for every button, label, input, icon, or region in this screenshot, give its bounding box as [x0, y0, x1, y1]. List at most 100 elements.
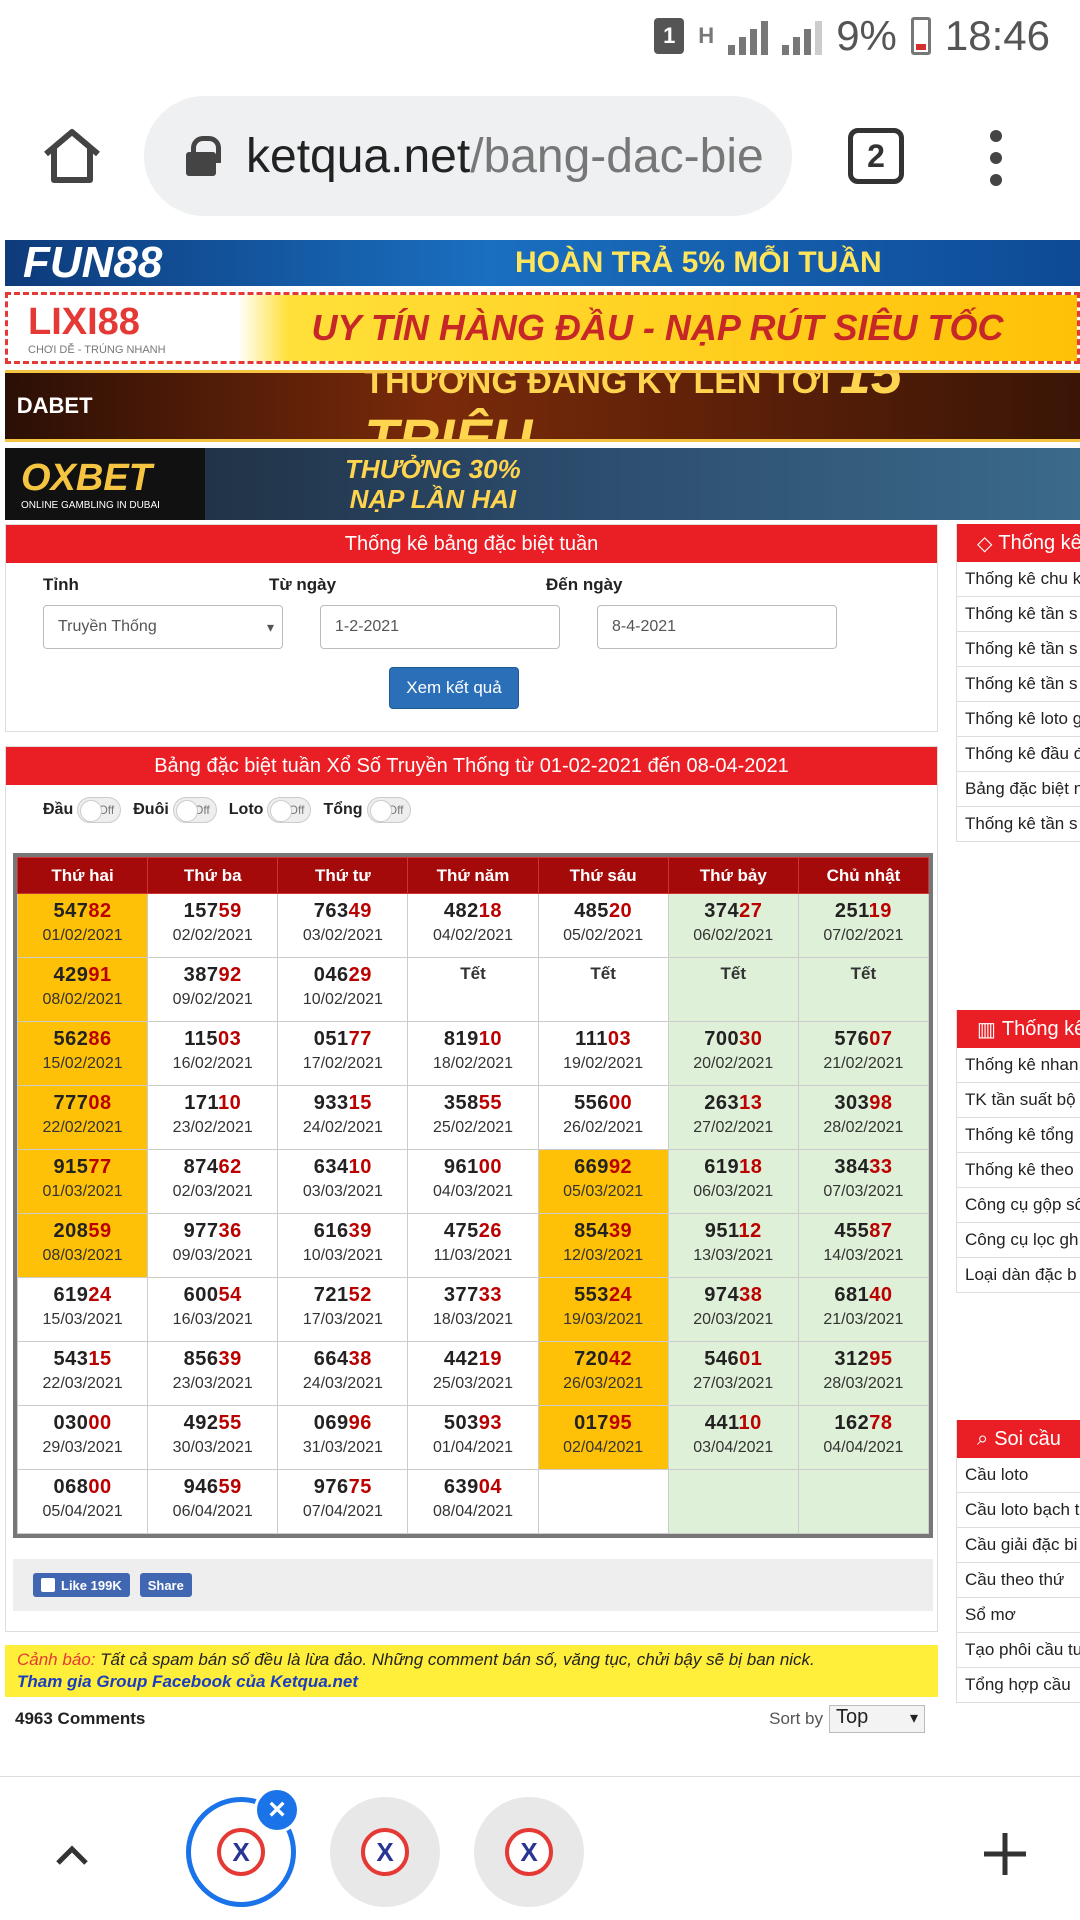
result-date: 23/02/2021 — [172, 1119, 253, 1136]
number-head: 442 — [443, 1348, 479, 1370]
number-tail: 15 — [88, 1348, 112, 1370]
tab-switcher-button[interactable]: 2 — [848, 128, 904, 184]
sidebar-link[interactable]: Cầu loto — [957, 1458, 1080, 1493]
number-tail: 92 — [608, 1156, 633, 1178]
result-number: 48520 — [539, 900, 668, 923]
to-date-input[interactable]: 8-4-2021 — [597, 605, 837, 649]
sidebar-stats-2: ▥ Thống kê Thống kê nhan TK tần suất bộ Thố… — [956, 1010, 1080, 1293]
view-results-button[interactable]: Xem kết quả — [389, 667, 519, 709]
number-tail: 30 — [739, 1028, 763, 1050]
facebook-share-button[interactable]: Share — [139, 1573, 192, 1597]
like-label: Like 199K — [61, 1577, 122, 1593]
result-cell: 97675 07/04/2021 — [277, 1469, 409, 1534]
url-bar[interactable]: ketqua.net/bang-dac-bie — [144, 96, 792, 216]
sidebar-link[interactable]: Công cụ lọc gh VIP — [957, 1223, 1080, 1258]
result-number: 11103 — [539, 1028, 668, 1051]
province-select[interactable]: Truyền Thống — [43, 605, 283, 649]
result-cell: 11103 19/02/2021 — [537, 1021, 669, 1086]
ad-banner-dabet[interactable]: DABET THƯỞNG ĐĂNG KÝ LÊN TỚI 15 TRIỆU — [5, 370, 1080, 442]
tab-thumbnail[interactable]: X — [474, 1797, 584, 1907]
sidebar-link[interactable]: Loại dàn đặc b — [957, 1258, 1080, 1293]
result-number: 35855 — [408, 1092, 537, 1115]
table-row: 54782 01/02/2021 15759 02/02/2021 76349 03/02… — [16, 893, 930, 958]
chevron-up-icon[interactable] — [54, 1837, 90, 1873]
result-number: 54315 — [18, 1348, 147, 1371]
result-date: 22/02/2021 — [42, 1119, 123, 1136]
number-tail: 39 — [348, 1220, 372, 1242]
number-head: 946 — [183, 1476, 219, 1498]
number-head: 171 — [184, 1092, 218, 1114]
number-tail: 92 — [218, 964, 242, 986]
toggle-dau[interactable]: Off — [77, 797, 122, 823]
warning-text: Tất cả spam bán số đều là lừa đảo. Những… — [95, 1650, 815, 1669]
number-tail: 91 — [88, 964, 112, 986]
table-row: 54315 22/03/2021 85639 23/03/2021 66438 24/03… — [16, 1341, 930, 1406]
number-tail: 39 — [218, 1348, 242, 1370]
toggle-label-dau: Đầu — [43, 801, 74, 818]
sidebar-link[interactable]: Sổ mơ — [957, 1598, 1080, 1633]
sidebar-link[interactable]: Thống kê đầu đ — [957, 737, 1080, 772]
result-number: 97675 — [278, 1476, 407, 1499]
sidebar-link[interactable]: Thống kê tần s — [957, 632, 1080, 667]
sidebar-link[interactable]: Thống kê tần s theo Đặc Biệt — [957, 807, 1080, 842]
result-number: 25119 — [799, 900, 928, 923]
sidebar-link[interactable]: Thống kê chu k — [957, 562, 1080, 597]
number-tail: 00 — [88, 1476, 112, 1498]
result-date: 19/03/2021 — [563, 1311, 644, 1328]
result-number: 50393 — [408, 1412, 537, 1435]
result-date: 28/02/2021 — [823, 1119, 904, 1136]
sidebar-link[interactable]: Cầu giải đặc bi — [957, 1528, 1080, 1563]
number-head: 263 — [704, 1092, 740, 1114]
result-cell: 61639 10/03/2021 — [277, 1213, 409, 1278]
result-date: 29/03/2021 — [42, 1439, 123, 1456]
ad-banner-fun88[interactable]: FUN88 HOÀN TRẢ 5% MỖI TUẦN — [5, 240, 1080, 286]
result-cell: 42991 08/02/2021 — [16, 957, 149, 1022]
menu-icon[interactable] — [988, 130, 1004, 186]
close-tab-icon[interactable]: × — [254, 1787, 300, 1833]
sidebar-link[interactable]: TK tần suất bộ — [957, 1083, 1080, 1118]
sidebar-link[interactable]: Thống kê tổng — [957, 1118, 1080, 1153]
tab-thumbnail[interactable]: X — [330, 1797, 440, 1907]
comment-count: 4963 Comments — [15, 1709, 146, 1728]
result-number: 61639 — [278, 1220, 407, 1243]
result-cell: 38433 07/03/2021 — [797, 1149, 930, 1214]
sidebar-link[interactable]: Thống kê tần s loto — [957, 597, 1080, 632]
toggle-loto[interactable]: Off — [267, 797, 312, 823]
sidebar-link[interactable]: Bảng đặc biệt n — [957, 772, 1080, 807]
number-tail: 03 — [607, 1028, 632, 1050]
number-tail: 77 — [348, 1028, 372, 1050]
sidebar-link[interactable]: Cầu theo thứ — [957, 1563, 1080, 1598]
from-date-input[interactable]: 1-2-2021 — [320, 605, 560, 649]
sidebar-link[interactable]: Tổng hợp cầu — [957, 1668, 1080, 1703]
ad-banner-oxbet[interactable]: OXBET ONLINE GAMBLING IN DUBAI THƯỞNG 30… — [5, 448, 1080, 520]
result-number: 49255 — [148, 1412, 277, 1435]
column-header: Chủ nhật — [797, 857, 930, 894]
result-number: 54601 — [669, 1348, 798, 1371]
sidebar-link[interactable]: Thống kê theo — [957, 1153, 1080, 1188]
result-date: 03/02/2021 — [302, 927, 383, 944]
sidebar-link[interactable]: Thống kê loto g — [957, 702, 1080, 737]
sidebar-link[interactable]: Cầu loto bạch t — [957, 1493, 1080, 1528]
sidebar-soicau: ⌕ Soi cầu Cầu loto Cầu loto bạch t Cầu giải… — [956, 1420, 1080, 1703]
facebook-like-button[interactable]: Like 199K — [33, 1573, 130, 1597]
sort-select[interactable]: Top — [829, 1705, 925, 1733]
result-date: 19/02/2021 — [563, 1055, 644, 1072]
result-number: 66992 — [539, 1156, 668, 1179]
toggle-tong[interactable]: Off — [366, 797, 411, 823]
result-date: 26/02/2021 — [563, 1119, 644, 1136]
new-tab-icon[interactable] — [980, 1829, 1030, 1879]
sidebar-link[interactable]: Thống kê tần s loto — [957, 667, 1080, 702]
home-icon[interactable] — [40, 124, 104, 188]
sidebar-link[interactable]: Công cụ gộp số — [957, 1188, 1080, 1223]
toggle-duoi[interactable]: Off — [172, 797, 217, 823]
ad-banner-lixi88[interactable]: LIXI88 CHƠI DỄ - TRÚNG NHANH UY TÍN HÀNG… — [5, 292, 1080, 364]
result-cell: 20859 08/03/2021 — [16, 1213, 149, 1278]
sidebar-link[interactable]: Tạo phôi cầu tu — [957, 1633, 1080, 1668]
facebook-group-link[interactable]: Tham gia Group Facebook của Ketqua.net — [17, 1672, 358, 1691]
number-tail: 15 — [348, 1092, 372, 1114]
diamond-icon: ◇ — [977, 532, 993, 555]
sidebar-link[interactable]: Thống kê nhan — [957, 1048, 1080, 1083]
number-head: 492 — [183, 1412, 219, 1434]
number-head: 874 — [183, 1156, 219, 1178]
result-number: 81910 — [408, 1028, 537, 1051]
